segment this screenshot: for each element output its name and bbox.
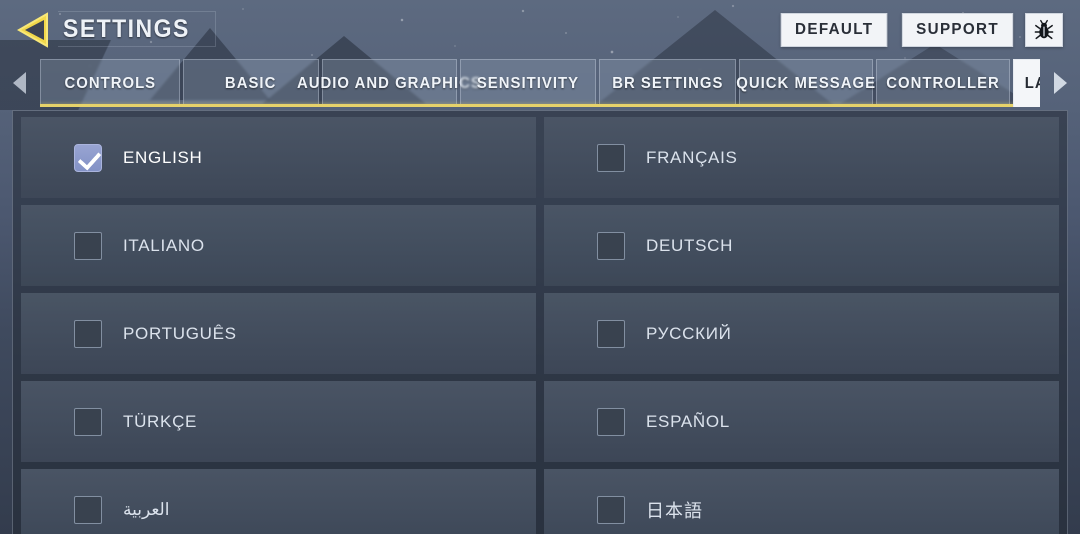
language-label: 日本語 <box>646 500 703 521</box>
tab-controls[interactable]: CONTROLS <box>40 59 180 107</box>
language-label: РУССКИЙ <box>646 323 732 343</box>
language-label: PORTUGUÊS <box>123 323 237 343</box>
language-row-english[interactable]: ENGLISH <box>21 117 536 198</box>
bug-report-button[interactable] <box>1025 13 1063 47</box>
tabs-scroll-right-button[interactable] <box>1040 59 1080 107</box>
checkbox-icon[interactable] <box>597 495 625 524</box>
language-row-francais[interactable]: FRANÇAIS <box>544 117 1059 198</box>
tab-label: BASIC <box>225 74 277 92</box>
tabs-scroll-left-button[interactable] <box>0 59 40 107</box>
language-label: ITALIANO <box>123 235 205 255</box>
language-panel: ENGLISH FRANÇAIS ITALIANO DEUTSCH PORTUG… <box>12 110 1068 534</box>
header-bar: SETTINGS DEFAULT SUPPORT <box>0 0 1080 58</box>
language-row-italiano[interactable]: ITALIANO <box>21 205 536 286</box>
tab-label: LANG <box>1024 74 1040 92</box>
page-title: SETTINGS <box>63 14 190 43</box>
language-row-russian[interactable]: РУССКИЙ <box>544 293 1059 374</box>
checkbox-icon[interactable] <box>74 495 102 524</box>
tab-label: BR SETTINGS <box>611 74 724 92</box>
language-row-turkce[interactable]: TÜRKÇE <box>21 381 536 462</box>
checkbox-icon[interactable] <box>597 143 625 172</box>
language-row-espanol[interactable]: ESPAÑOL <box>544 381 1059 462</box>
language-label: TÜRKÇE <box>123 411 198 431</box>
tab-controller[interactable]: CONTROLLER <box>876 59 1010 107</box>
settings-tabbar: CONTROLS BASIC AUDIO AND GRAPHICS SENSIT… <box>0 59 1080 107</box>
language-label: ESPAÑOL <box>646 411 730 431</box>
chevron-right-icon <box>1054 72 1067 94</box>
tab-label: QUICK MESSAGE <box>736 74 876 92</box>
language-row-arabic[interactable]: العربية <box>21 469 536 534</box>
chevron-left-icon <box>13 72 26 94</box>
language-label: DEUTSCH <box>646 235 734 255</box>
tab-label: CONTROLS <box>64 74 156 92</box>
checkbox-icon[interactable] <box>74 407 102 436</box>
language-label: العربية <box>123 499 170 519</box>
settings-screen: SETTINGS DEFAULT SUPPORT CONTROLS BASIC … <box>0 0 1080 534</box>
default-button[interactable]: DEFAULT <box>781 13 889 47</box>
checkbox-icon[interactable] <box>74 319 102 348</box>
language-label: ENGLISH <box>123 147 203 167</box>
language-grid: ENGLISH FRANÇAIS ITALIANO DEUTSCH PORTUG… <box>21 117 1059 534</box>
header-actions: DEFAULT SUPPORT <box>778 13 1064 47</box>
checkbox-icon[interactable] <box>597 231 625 260</box>
language-row-japanese[interactable]: 日本語 <box>544 469 1059 534</box>
checkbox-icon[interactable] <box>597 319 625 348</box>
language-label: FRANÇAIS <box>646 147 738 167</box>
tab-label: CONTROLLER <box>886 74 1000 92</box>
checkbox-icon[interactable] <box>597 407 625 436</box>
bug-icon <box>1034 19 1054 40</box>
checkbox-icon[interactable] <box>74 231 102 260</box>
tab-label: SENSITIVITY <box>476 74 580 92</box>
tab-quick-message[interactable]: QUICK MESSAGE <box>736 59 876 107</box>
tab-audio-and-graphics[interactable]: AUDIO AND GRAPHICS <box>297 59 481 107</box>
tab-sensitivity[interactable]: SENSITIVITY <box>460 59 596 107</box>
language-row-deutsch[interactable]: DEUTSCH <box>544 205 1059 286</box>
tab-label: AUDIO AND GRAPHICS <box>297 74 482 92</box>
language-row-portugues[interactable]: PORTUGUÊS <box>21 293 536 374</box>
back-chevron-icon[interactable] <box>13 12 53 48</box>
tab-language[interactable]: LANG <box>1013 59 1040 107</box>
page-title-frame: SETTINGS <box>58 11 216 47</box>
checkbox-checked-icon[interactable] <box>74 143 102 172</box>
tabs-strip: CONTROLS BASIC AUDIO AND GRAPHICS SENSIT… <box>40 59 1040 107</box>
support-button[interactable]: SUPPORT <box>901 13 1014 47</box>
tab-br-settings[interactable]: BR SETTINGS <box>599 59 736 107</box>
